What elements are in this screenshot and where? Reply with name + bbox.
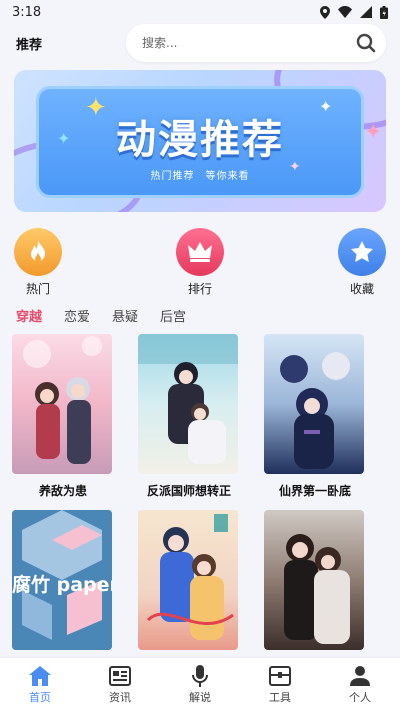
- comic-cover-art: [280, 352, 350, 469]
- comic-card[interactable]: [264, 510, 366, 658]
- toolbox-icon: [250, 665, 310, 687]
- status-icons: [320, 5, 388, 19]
- status-bar: 3:18: [0, 0, 400, 24]
- comic-cover[interactable]: [12, 334, 112, 474]
- comic-title: 仙界第一卧底: [278, 484, 351, 498]
- bottom-navigation: 首页 资讯 解说 工具 个人: [0, 658, 400, 712]
- sparkle-icon: ✦: [364, 120, 383, 145]
- comic-cover[interactable]: [264, 510, 364, 650]
- mic-icon: [170, 665, 230, 687]
- status-time: 3:18: [12, 4, 42, 20]
- comic-card[interactable]: 腐竹 paper: [12, 510, 114, 658]
- hot-icon-circle: [14, 228, 62, 276]
- tab-romance[interactable]: 恋爱: [64, 306, 90, 325]
- banner-panel: ✦ ✦ ✦ ✦ 动漫推荐 热门推荐 等你来看: [36, 86, 364, 198]
- nav-label: 解说: [189, 691, 211, 704]
- tab-time-travel[interactable]: 穿越: [16, 306, 42, 325]
- comic-cover-art: [23, 336, 102, 464]
- banner-subtitle: 热门推荐 等你来看: [150, 171, 250, 182]
- nav-news[interactable]: 资讯: [90, 665, 150, 705]
- category-favorites[interactable]: 收藏: [332, 228, 392, 297]
- header: 推荐: [0, 24, 400, 64]
- tab-mystery[interactable]: 悬疑: [112, 306, 138, 325]
- wifi-icon: [338, 6, 352, 18]
- flame-icon: [31, 240, 45, 262]
- ranking-icon-circle: [176, 228, 224, 276]
- comic-title: 养敌为患: [38, 484, 87, 498]
- nav-home[interactable]: 首页: [10, 665, 70, 705]
- nav-label: 工具: [269, 691, 291, 704]
- crown-icon: [188, 242, 212, 262]
- tab-harem[interactable]: 后宫: [160, 306, 186, 325]
- news-icon: [90, 665, 150, 687]
- nav-label: 首页: [29, 691, 51, 704]
- search-icon[interactable]: [356, 33, 376, 53]
- comic-title: 反派国师想转正: [146, 484, 231, 498]
- home-icon: [10, 665, 70, 687]
- category-label: 热门: [25, 282, 50, 296]
- search-bar[interactable]: [126, 24, 386, 62]
- star-icon: [351, 241, 373, 262]
- comic-card[interactable]: 反派国师想转正: [138, 334, 240, 499]
- comic-cover[interactable]: [264, 334, 364, 474]
- banner-title: 动漫推荐: [116, 117, 284, 163]
- promo-banner[interactable]: ✦ ✦ ✦ ✦ 动漫推荐 热门推荐 等你来看 ✦: [14, 70, 386, 212]
- category-label: 收藏: [349, 282, 374, 296]
- nav-tools[interactable]: 工具: [250, 665, 310, 705]
- nav-commentary[interactable]: 解说: [170, 665, 230, 705]
- page-title: 推荐: [16, 38, 43, 53]
- comic-cover[interactable]: 腐竹 paper: [12, 510, 112, 650]
- search-input[interactable]: [142, 36, 356, 50]
- location-icon: [320, 5, 330, 19]
- comic-cover-art: [146, 514, 234, 640]
- comic-cover-art: [284, 534, 350, 644]
- comic-card[interactable]: [138, 510, 240, 658]
- category-label: 排行: [187, 282, 212, 296]
- nav-label: 个人: [349, 691, 371, 704]
- nav-label: 资讯: [109, 691, 131, 704]
- comic-cover[interactable]: [138, 510, 238, 650]
- comic-card[interactable]: 仙界第一卧底: [264, 334, 366, 499]
- nav-profile[interactable]: 个人: [330, 665, 390, 705]
- comic-cover-text: 腐竹 paper: [12, 574, 112, 596]
- comic-cover-art: [138, 334, 238, 464]
- favorites-icon-circle: [338, 228, 386, 276]
- person-icon: [330, 665, 390, 687]
- category-ranking[interactable]: 排行: [170, 228, 230, 297]
- signal-icon: [360, 6, 372, 18]
- battery-icon: [380, 5, 388, 19]
- category-hot[interactable]: 热门: [8, 228, 68, 297]
- comic-cover[interactable]: [138, 334, 238, 474]
- genre-tabs: 穿越 恋爱 悬疑 后宫: [16, 306, 186, 325]
- comic-card[interactable]: 养敌为患: [12, 334, 114, 499]
